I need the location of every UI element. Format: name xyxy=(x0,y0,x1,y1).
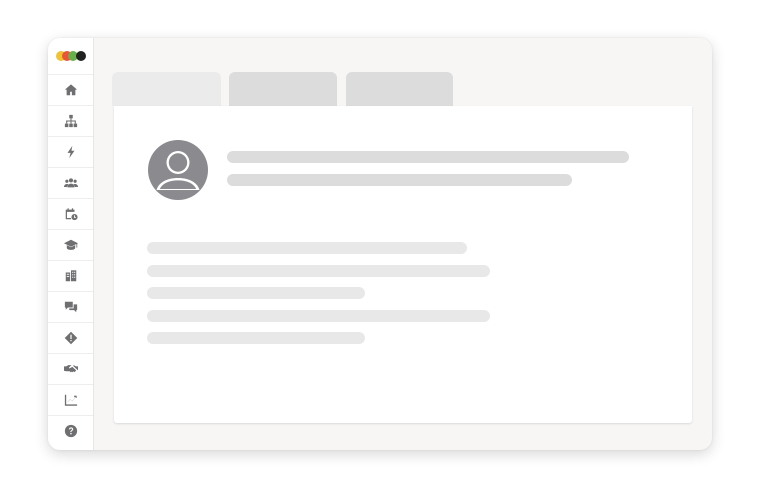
sidebar-item-home[interactable] xyxy=(48,74,93,105)
chart-icon xyxy=(64,394,77,406)
sidebar-item-org-chart[interactable] xyxy=(48,105,93,136)
lightning-icon xyxy=(67,145,74,159)
tab-1[interactable] xyxy=(112,72,221,106)
app-logo[interactable] xyxy=(56,51,86,63)
sidebar-item-partners[interactable] xyxy=(48,353,93,384)
sidebar-item-buildings[interactable] xyxy=(48,260,93,291)
content-panel xyxy=(114,106,692,423)
handshake-icon xyxy=(63,365,78,373)
home-icon xyxy=(64,84,77,96)
header-placeholder-line xyxy=(227,151,629,163)
sidebar-item-help[interactable] xyxy=(48,415,93,446)
tab-2[interactable] xyxy=(229,72,337,106)
body-placeholder-line xyxy=(147,265,490,277)
app-window xyxy=(48,38,712,450)
body-placeholder-line xyxy=(147,310,490,322)
sidebar-item-lightning[interactable] xyxy=(48,136,93,167)
body-placeholder-line xyxy=(147,242,467,254)
header-placeholder-line xyxy=(227,174,572,186)
sidebar-item-reports[interactable] xyxy=(48,384,93,415)
sidebar-nav xyxy=(48,74,93,446)
tab-3[interactable] xyxy=(346,72,453,106)
graduation-cap-icon xyxy=(63,239,78,250)
sidebar-item-messages[interactable] xyxy=(48,291,93,322)
sidebar-item-calendar[interactable] xyxy=(48,198,93,229)
body-placeholder-line xyxy=(147,332,365,344)
user-avatar-icon xyxy=(148,140,208,200)
body-placeholder-line xyxy=(147,287,365,299)
calendar-icon xyxy=(65,208,78,221)
users-icon xyxy=(63,178,78,188)
sidebar-item-alerts[interactable] xyxy=(48,322,93,353)
chat-icon xyxy=(64,301,77,313)
building-icon xyxy=(65,270,76,282)
sidebar-item-training[interactable] xyxy=(48,229,93,260)
sidebar-item-users[interactable] xyxy=(48,167,93,198)
help-icon xyxy=(64,424,77,438)
warning-icon xyxy=(64,331,77,345)
sidebar xyxy=(48,38,94,450)
org-chart-icon xyxy=(64,114,77,128)
